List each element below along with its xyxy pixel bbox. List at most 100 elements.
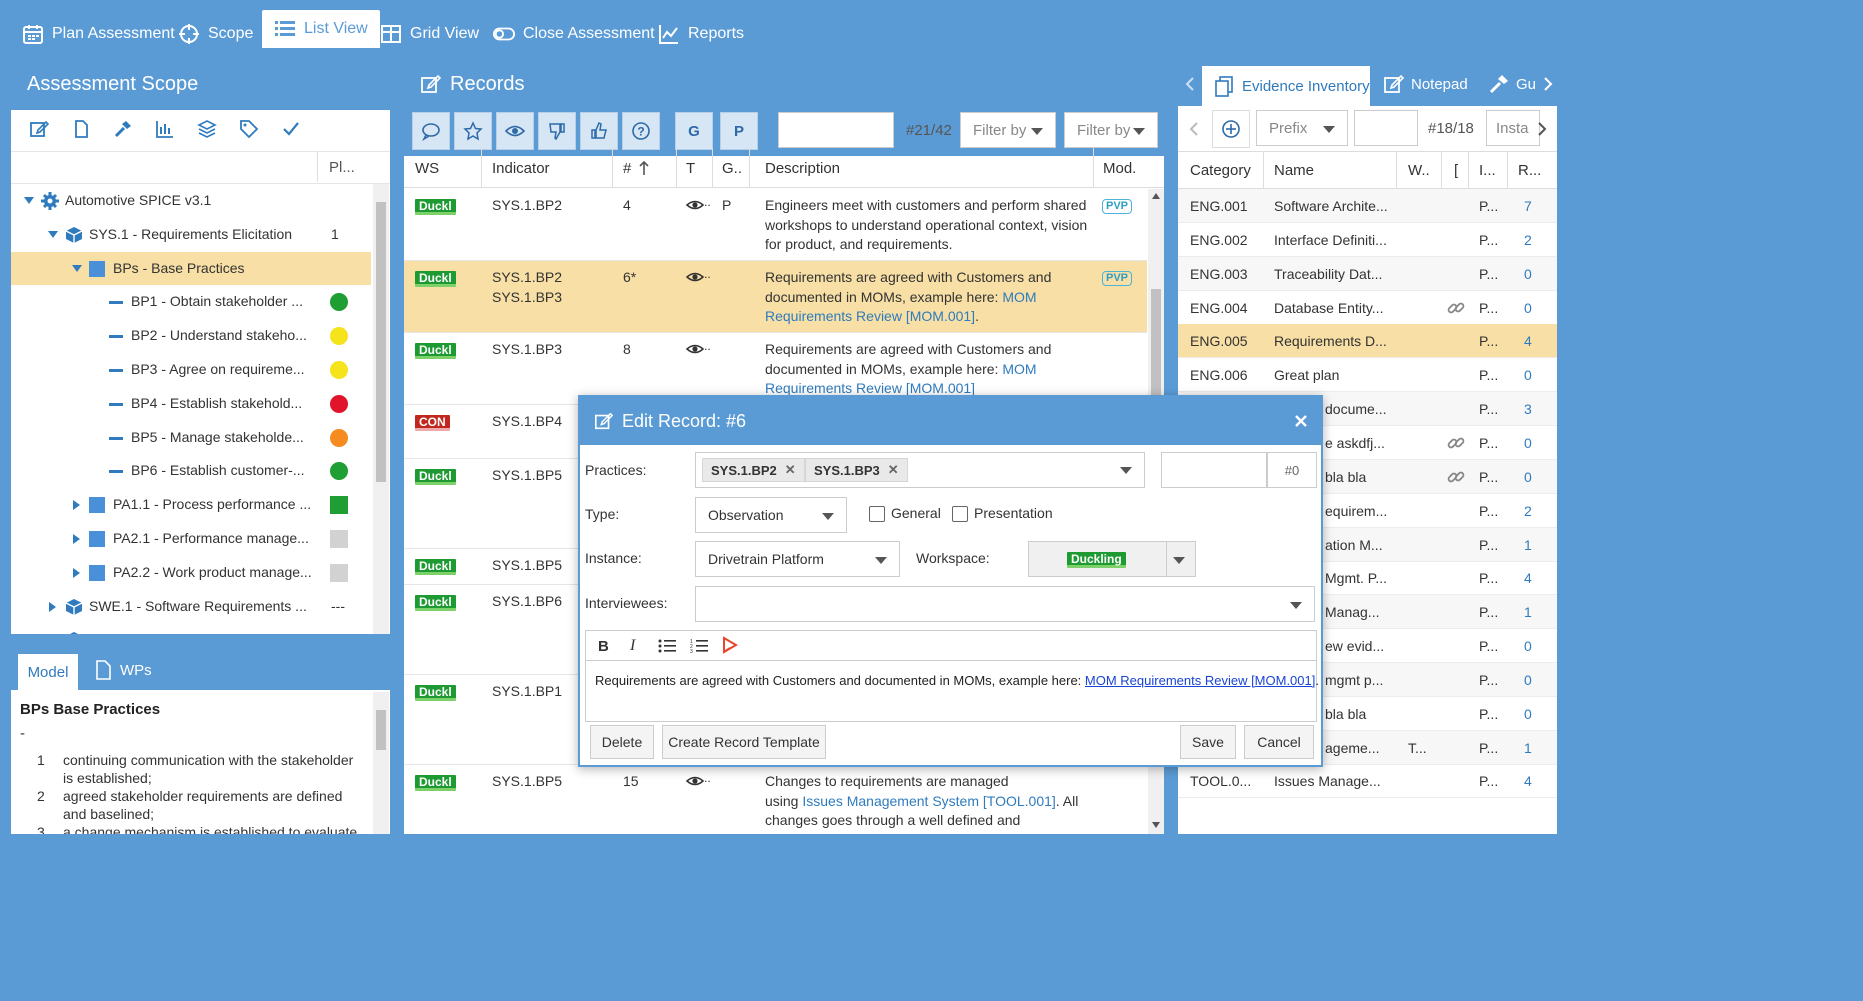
evidence-references[interactable]: 0	[1524, 638, 1532, 654]
col-r[interactable]: R...	[1518, 162, 1541, 179]
evidence-references[interactable]: 4	[1524, 773, 1532, 789]
numbered-list-icon[interactable]: 123	[690, 638, 708, 654]
save-button[interactable]: Save	[1180, 725, 1236, 759]
add-evidence-button[interactable]	[1212, 110, 1250, 148]
bullet-list-icon[interactable]	[658, 638, 676, 654]
scope-scrollbar[interactable]	[373, 184, 389, 634]
eye-filter-button[interactable]	[496, 112, 534, 150]
edit-button[interactable]	[20, 110, 58, 148]
evidence-references[interactable]: 2	[1524, 232, 1532, 248]
col-description[interactable]: Description	[765, 160, 840, 177]
instance-select[interactable]: Drivetrain Platform	[695, 541, 900, 577]
chevron-left-icon[interactable]	[1184, 76, 1196, 92]
evidence-search-input[interactable]	[1354, 110, 1418, 146]
type-select[interactable]: Observation	[695, 497, 847, 533]
evidence-references[interactable]: 0	[1524, 469, 1532, 485]
col-category[interactable]: Category	[1190, 162, 1251, 179]
new-document-button[interactable]	[62, 110, 100, 148]
nav-plan-assessment[interactable]: Plan Assessment	[22, 12, 175, 56]
close-icon[interactable]	[1294, 414, 1308, 428]
nav-reports[interactable]: Reports	[658, 12, 744, 56]
group-p-button[interactable]: P	[720, 112, 758, 150]
remove-chip-icon[interactable]: ✕	[888, 462, 899, 478]
evidence-references[interactable]: 0	[1524, 367, 1532, 383]
instance-select[interactable]: Insta	[1486, 110, 1540, 146]
play-link-icon[interactable]	[722, 636, 738, 654]
general-checkbox[interactable]	[869, 506, 885, 522]
tree-node[interactable]: BP2 - Understand stakeho...	[11, 319, 371, 352]
evidence-references[interactable]: 0	[1524, 706, 1532, 722]
col-group[interactable]: G..	[722, 160, 742, 177]
tree-node[interactable]: SWE.1 - Software Requirements ... ---	[11, 590, 371, 623]
evidence-row[interactable]: ENG.005 Requirements D... P... 4	[1178, 324, 1557, 359]
evidence-references[interactable]: 4	[1524, 333, 1532, 349]
record-number-input[interactable]	[1161, 452, 1267, 488]
evidence-row[interactable]: ENG.004 Database Entity... P... 0	[1178, 291, 1557, 325]
col-name[interactable]: Name	[1274, 162, 1314, 179]
evidence-row[interactable]: TOOL.0... Issues Manage... P... 4	[1178, 764, 1557, 799]
create-record-template-button[interactable]: Create Record Template	[662, 725, 826, 759]
evidence-references[interactable]: 1	[1524, 604, 1532, 620]
star-filter-button[interactable]	[454, 112, 492, 150]
record-row[interactable]: Duckl SYS.1.BP5 15.. Changes to requirement…	[404, 765, 1147, 834]
evidence-references[interactable]: 1	[1524, 537, 1532, 553]
thumbs-down-filter-button[interactable]	[538, 112, 576, 150]
chevron-right-icon[interactable]	[1542, 76, 1554, 92]
tree-node[interactable]: PA2.1 - Performance manage...	[11, 522, 371, 555]
model-scrollbar[interactable]	[373, 692, 389, 834]
thumbs-up-filter-button[interactable]	[580, 112, 618, 150]
italic-icon[interactable]: I	[630, 637, 635, 655]
evidence-link[interactable]: MOM	[1002, 289, 1036, 305]
tab-notepad[interactable]: Notepad	[1383, 73, 1468, 95]
evidence-link[interactable]: Requirements Review [MOM.001]	[765, 308, 975, 324]
chart-button[interactable]	[146, 110, 184, 148]
tree-node[interactable]: BP1 - Obtain stakeholder ...	[11, 285, 371, 318]
tree-node[interactable]: Automotive SPICE v3.1	[11, 184, 371, 217]
evidence-row[interactable]: ENG.006 Great plan P... 0	[1178, 358, 1557, 393]
remove-chip-icon[interactable]: ✕	[785, 462, 796, 478]
col-indicator[interactable]: Indicator	[492, 160, 550, 177]
nav-list-view[interactable]: List View	[262, 10, 380, 48]
tab-guide[interactable]: Gu	[1488, 73, 1536, 95]
evidence-link[interactable]: MOM	[1002, 361, 1036, 377]
nav-grid-view[interactable]: Grid View	[380, 12, 479, 56]
tag-button[interactable]	[230, 110, 268, 148]
evidence-references[interactable]: 3	[1524, 401, 1532, 417]
col-ws[interactable]: WS	[415, 160, 439, 177]
evidence-references[interactable]: 0	[1524, 300, 1532, 316]
record-row[interactable]: Duckl SYS.1.BP2 SYS.1.BP3 6*.. Requirements …	[404, 261, 1147, 333]
tree-node[interactable]: BP4 - Establish stakehold...	[11, 387, 371, 420]
col-type[interactable]: T	[686, 160, 695, 177]
evidence-references[interactable]: 1	[1524, 740, 1532, 756]
layers-button[interactable]	[188, 110, 226, 148]
tree-node[interactable]: PA1.1 - Process performance ...	[11, 488, 371, 521]
tree-node[interactable]: BP6 - Establish customer-...	[11, 454, 371, 487]
evidence-row[interactable]: ENG.003 Traceability Dat... P... 0	[1178, 256, 1557, 291]
bold-icon[interactable]: B	[598, 638, 609, 655]
col-d[interactable]: [	[1454, 162, 1458, 179]
record-row[interactable]: Duckl SYS.1.BP2 4.. P Engineers meet with cu…	[404, 189, 1147, 261]
tree-node[interactable]: SWE.2 - Software Architectural D...	[11, 623, 371, 634]
workspace-select[interactable]: Duckling	[1028, 541, 1196, 577]
check-button[interactable]	[272, 110, 310, 148]
question-filter-button[interactable]: ?	[622, 112, 660, 150]
nav-close-assessment[interactable]: Close Assessment	[493, 12, 655, 56]
nav-scope[interactable]: Scope	[178, 12, 253, 56]
comment-filter-button[interactable]	[412, 112, 450, 150]
chevron-left-icon[interactable]	[1188, 121, 1200, 137]
editor-content[interactable]: Requirements are agreed with Customers a…	[595, 673, 1319, 688]
practices-multiselect[interactable]: SYS.1.BP2 ✕ SYS.1.BP3 ✕	[695, 452, 1145, 488]
tree-node[interactable]: BPs - Base Practices	[11, 252, 371, 285]
tree-node[interactable]: SYS.1 - Requirements Elicitation 1	[11, 218, 371, 251]
tree-node[interactable]: PA2.2 - Work product manage...	[11, 556, 371, 589]
evidence-row[interactable]: ENG.001 Software Archite... P... 7	[1178, 189, 1557, 223]
evidence-link[interactable]: Requirements Review [MOM.001]	[765, 380, 975, 396]
col-w[interactable]: W..	[1408, 162, 1430, 179]
group-g-button[interactable]: G	[675, 112, 713, 150]
evidence-references[interactable]: 0	[1524, 672, 1532, 688]
col-number[interactable]: #	[623, 160, 631, 177]
evidence-references[interactable]: 2	[1524, 503, 1532, 519]
col-modified[interactable]: Mod.	[1103, 160, 1136, 177]
tab-model[interactable]: Model	[18, 654, 78, 690]
evidence-references[interactable]: 4	[1524, 570, 1532, 586]
